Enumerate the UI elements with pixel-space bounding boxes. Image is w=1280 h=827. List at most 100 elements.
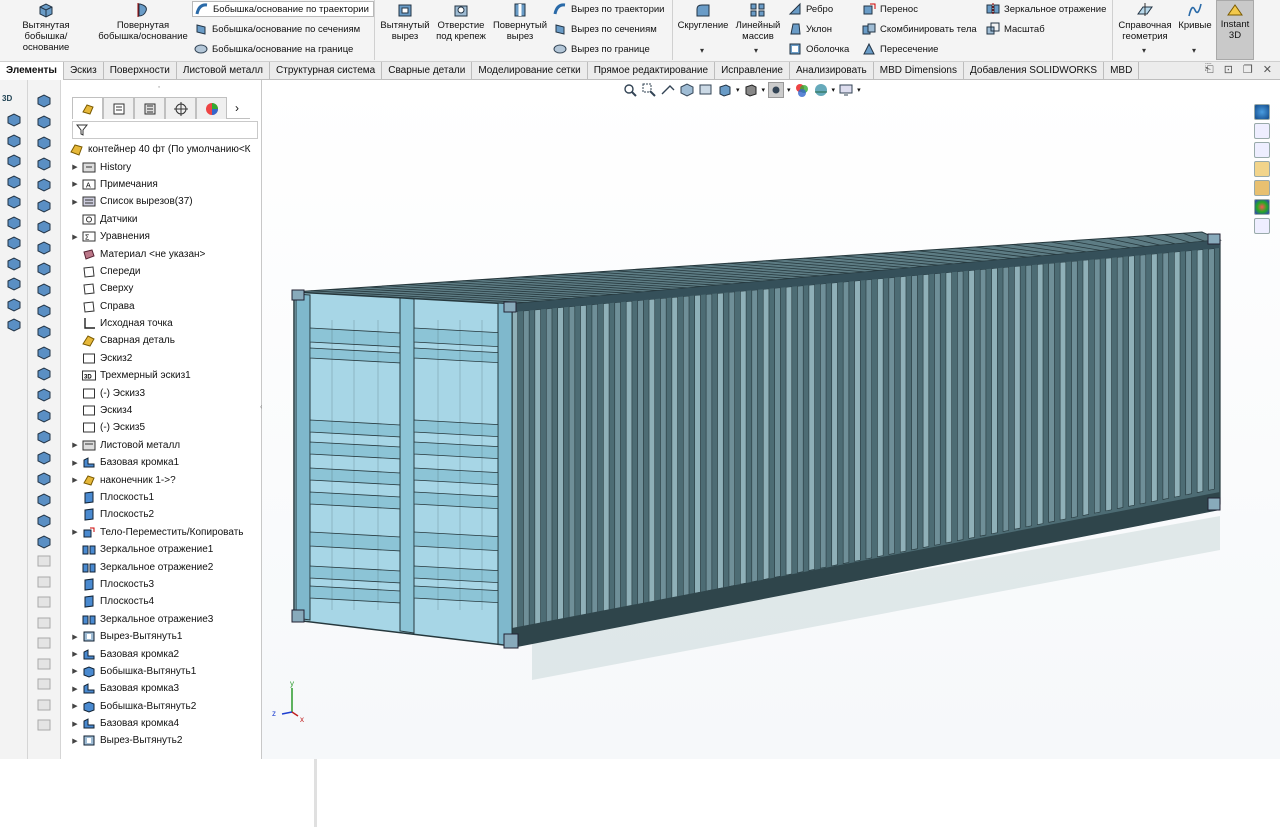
tree-item[interactable]: ▶ Σ Уравнения — [70, 228, 258, 245]
toolbar-tool-icon[interactable] — [36, 241, 52, 255]
expand-arrow-icon[interactable]: ▶ — [70, 198, 80, 206]
toolbar-tool-icon[interactable] — [36, 199, 52, 213]
tree-item[interactable]: Зеркальное отражение1 — [70, 541, 258, 558]
tree-item[interactable]: (-) Эскиз3 — [70, 384, 258, 401]
boundary-boss-button[interactable]: Бобышка/основание на границе — [194, 41, 353, 57]
expand-arrow-icon[interactable]: ▶ — [70, 180, 80, 188]
tree-item[interactable]: Зеркальное отражение3 — [70, 611, 258, 628]
tree-item[interactable]: ▶ A Примечания — [70, 176, 258, 193]
tree-item[interactable]: Эскиз2 — [70, 350, 258, 367]
toolbar-tool-icon[interactable] — [36, 94, 52, 108]
section-view-icon[interactable] — [679, 82, 695, 98]
swept-cut-button[interactable]: Вырез по траектории — [553, 1, 664, 17]
solidworks-resources-icon[interactable] — [1254, 104, 1270, 120]
feature-manager-tab[interactable] — [72, 97, 103, 119]
tree-item[interactable]: ▶ Вырез-Вытянуть2 — [70, 732, 258, 749]
combine-button[interactable]: Скомбинировать тела — [862, 21, 977, 37]
expand-arrow-icon[interactable]: ▶ — [70, 233, 80, 241]
lofted-cut-button[interactable]: Вырез по сечениям — [553, 21, 657, 37]
tree-item[interactable]: (-) Эскиз5 — [70, 419, 258, 436]
toolbar-tool-icon[interactable] — [36, 388, 52, 402]
tab-4[interactable]: Структурная система — [270, 62, 383, 80]
tree-item[interactable]: Плоскость1 — [70, 489, 258, 506]
toolbar-tool-icon[interactable] — [36, 136, 52, 150]
tree-item[interactable]: ▶ Базовая кромка4 — [70, 715, 258, 732]
toolbar-tool-icon[interactable] — [36, 220, 52, 234]
toolbar-tool-icon[interactable] — [36, 514, 52, 528]
tree-item[interactable]: ▶ History — [70, 158, 258, 175]
tree-item[interactable]: Сверху — [70, 280, 258, 297]
tree-item[interactable]: ▶ Базовая кромка2 — [70, 645, 258, 662]
revolved-boss-button[interactable]: Повернутая бобышка/основание — [98, 2, 188, 42]
toolbar-tool-icon[interactable] — [36, 451, 52, 465]
pattern-dropdown-icon[interactable]: ▾ — [754, 46, 758, 55]
toolbar-tool-icon[interactable] — [6, 256, 22, 271]
view-settings-dropdown-icon[interactable]: ▾ — [857, 86, 861, 94]
view-settings-icon[interactable] — [838, 82, 854, 98]
tab-0[interactable]: Элементы — [0, 62, 64, 80]
toolbar-tool-disabled-icon[interactable] — [36, 657, 52, 671]
scale-button[interactable]: Масштаб — [986, 21, 1045, 37]
file-explorer-icon[interactable] — [1254, 161, 1270, 177]
tree-item[interactable]: 3D Трехмерный эскиз1 — [70, 367, 258, 384]
tree-item[interactable]: ▶ Вырез-Вытянуть1 — [70, 628, 258, 645]
toolbar-tool-icon[interactable] — [36, 157, 52, 171]
toolbar-tool-disabled-icon[interactable] — [36, 718, 52, 732]
tree-item[interactable]: Эскиз4 — [70, 402, 258, 419]
lofted-boss-button[interactable]: Бобышка/основание по сечениям — [194, 21, 360, 37]
display-manager-tab[interactable] — [196, 97, 227, 119]
shell-button[interactable]: Оболочка — [788, 41, 849, 57]
toolbar-tool-icon[interactable] — [6, 154, 22, 168]
toolbar-tool-disabled-icon[interactable] — [36, 575, 52, 589]
toolbar-tool-icon[interactable] — [6, 277, 22, 291]
toolbar-tool-icon[interactable] — [6, 236, 22, 250]
tree-item[interactable]: ▶ наконечник 1->? — [70, 471, 258, 488]
hole-wizard-button[interactable]: Отверстие под крепеж — [433, 2, 489, 42]
expand-arrow-icon[interactable]: ▶ — [70, 685, 80, 693]
tab-3[interactable]: Листовой металл — [177, 62, 271, 80]
toolbar-tool-icon[interactable] — [36, 535, 52, 549]
display-style-dropdown-icon[interactable]: ▾ — [762, 86, 766, 94]
tree-item[interactable]: Спереди — [70, 263, 258, 280]
toolbar-tool-icon[interactable] — [36, 409, 52, 423]
toolbar-tool-icon[interactable] — [36, 325, 52, 339]
extruded-boss-button[interactable]: Вытянутая бобышка/основание — [2, 2, 90, 53]
view-orientation-icon[interactable] — [717, 82, 733, 98]
tab-1[interactable]: Эскиз — [64, 62, 104, 80]
tree-item[interactable]: Сварная деталь — [70, 332, 258, 349]
draft-button[interactable]: Уклон — [788, 21, 832, 37]
toolbar-tool-icon[interactable] — [36, 115, 52, 129]
property-manager-tab[interactable] — [103, 97, 134, 119]
zoom-to-fit-icon[interactable] — [622, 82, 638, 98]
restore-panel-icon[interactable]: ⎗ — [1205, 63, 1214, 76]
view-palette-icon[interactable] — [1254, 180, 1270, 196]
tree-item[interactable]: Исходная точка — [70, 315, 258, 332]
move-button[interactable]: Перенос — [862, 1, 918, 17]
linear-pattern-button[interactable]: Линейный массив — [732, 2, 784, 42]
expand-arrow-icon[interactable]: ▶ — [70, 667, 80, 675]
toolbar-tool-disabled-icon[interactable] — [36, 554, 52, 568]
curves-button[interactable]: Кривые — [1176, 2, 1214, 31]
dimxpert-tab[interactable] — [165, 97, 196, 119]
tab-8[interactable]: Исправление — [715, 62, 790, 80]
toolbar-tool-icon[interactable] — [6, 297, 22, 312]
toolbar-tool-icon[interactable] — [36, 178, 52, 192]
panel-tabs-more-icon[interactable]: › — [227, 97, 247, 118]
boundary-cut-button[interactable]: Вырез по границе — [553, 41, 650, 57]
maximize-icon[interactable]: ❐ — [1243, 63, 1253, 76]
reference-geometry-button[interactable]: Справочная геометрия — [1116, 2, 1174, 42]
tree-item[interactable]: Датчики — [70, 211, 258, 228]
tree-item[interactable]: Зеркальное отражение2 — [70, 558, 258, 575]
extruded-cut-button[interactable]: Вытянутый вырез — [378, 2, 432, 42]
toolbar-tool-icon[interactable] — [6, 195, 22, 209]
toolbar-tool-icon[interactable] — [36, 262, 52, 276]
toolbar-tool-icon[interactable] — [36, 367, 52, 381]
expand-arrow-icon[interactable]: ▶ — [70, 720, 80, 728]
mirror-button[interactable]: Зеркальное отражение — [986, 1, 1106, 17]
tree-filter[interactable] — [72, 121, 258, 139]
appearances-icon[interactable] — [1254, 199, 1270, 215]
tab-5[interactable]: Сварные детали — [382, 62, 473, 80]
refgeom-dropdown-icon[interactable]: ▾ — [1142, 46, 1146, 55]
hide-show-dropdown-icon[interactable]: ▾ — [787, 86, 791, 94]
fillet-button[interactable]: Скругление — [676, 2, 730, 31]
